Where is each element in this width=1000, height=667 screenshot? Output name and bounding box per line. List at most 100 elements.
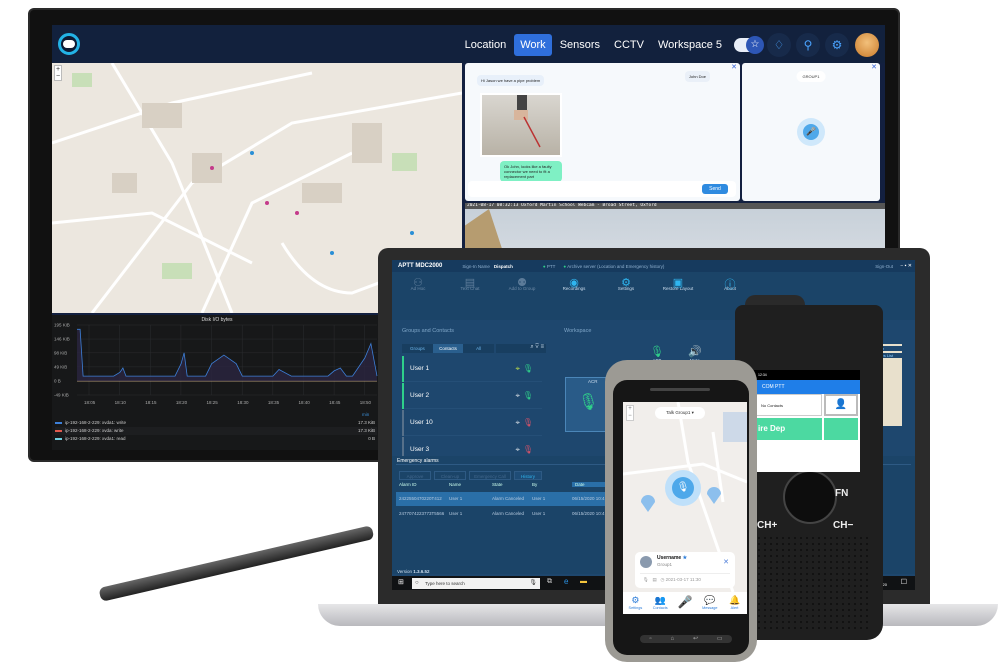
x-tick-label: 18:20 xyxy=(176,400,188,405)
microphone-icon: 🎤 xyxy=(677,595,693,609)
nav-contacts[interactable]: 👥 Contacts xyxy=(648,592,673,614)
sign-out-button[interactable]: Sign-Out xyxy=(875,264,893,269)
file-explorer-icon[interactable]: ▬ xyxy=(580,578,587,585)
locate-icon[interactable]: ⌖ xyxy=(515,356,520,382)
contact-person-icon[interactable]: 👤 xyxy=(824,394,858,416)
groups-contacts-tabs: Groups Contacts All xyxy=(402,344,494,353)
favorite-toggle[interactable]: ☆ xyxy=(734,36,764,54)
group-tile[interactable]: ACR 🎙 xyxy=(565,377,610,432)
nav-message[interactable]: 💬 Message xyxy=(697,592,722,614)
legend-item[interactable]: ip-192-168-2-229: xvda: write 17.3 KiB xyxy=(55,427,377,435)
settings-button[interactable]: ⚙ Settings xyxy=(600,272,652,320)
add-to-group-icon: ⚉ xyxy=(517,277,527,289)
phone-hardware-keys[interactable]: ▫ ⌂ ↩ ▭ xyxy=(640,635,732,643)
y-tick-label: 195 KiB xyxy=(54,323,70,328)
card-username: Username ★ xyxy=(657,555,688,561)
ptt-status: ● PTT xyxy=(542,263,556,269)
group-name-label: GROUP1 xyxy=(796,71,826,82)
ad-hoc-button[interactable]: ⚇ Ad Hoc xyxy=(392,272,444,320)
gear-icon: ⚙ xyxy=(621,277,631,289)
speaker-icon: 🔊 xyxy=(688,346,702,358)
radio-contacts-label[interactable]: No Contacts xyxy=(752,394,822,416)
tab-workspace-5[interactable]: Workspace 5 xyxy=(652,34,728,56)
cortana-icon: ○ xyxy=(415,580,419,586)
col-name[interactable]: Name xyxy=(449,482,461,487)
radio-ch-up-key[interactable]: CH+ xyxy=(757,520,777,531)
nav-alert[interactable]: 🔔 Alert xyxy=(722,592,747,614)
locate-icon[interactable]: ⌖ xyxy=(515,383,520,409)
contacts-search-input[interactable]: ⌕ ⊽ ≡ xyxy=(496,344,546,353)
microphone-icon[interactable]: 🎙 xyxy=(529,578,537,589)
radio-header: COM PTT xyxy=(752,380,860,394)
contact-row[interactable]: User 10 ⌖ 🎙 xyxy=(402,410,542,436)
tab-work[interactable]: Work xyxy=(514,34,552,56)
edge-browser-icon[interactable]: e xyxy=(564,577,568,586)
tab-cctv[interactable]: CCTV xyxy=(608,34,650,56)
radio-speaker-grille xyxy=(750,535,868,630)
phone-map-zoom[interactable]: + − xyxy=(626,405,634,421)
col-by[interactable]: By xyxy=(532,482,537,487)
col-state[interactable]: State xyxy=(492,482,503,487)
close-icon[interactable]: ✕ xyxy=(731,63,737,71)
contact-row[interactable]: User 2 ⌖ 🎙 xyxy=(402,383,542,409)
map-zoom-control[interactable]: + − xyxy=(54,65,62,81)
add-to-group-button[interactable]: ⚉ Add to Group xyxy=(496,272,548,320)
alarm-row[interactable]: 2477074223773T5566 User 1 Alarm Canceled Us… xyxy=(396,507,611,521)
chat-message-input[interactable]: Send xyxy=(468,181,736,197)
microphone-icon[interactable]: 🎙 xyxy=(523,356,533,382)
y-tick-label: 0 B xyxy=(54,378,61,383)
message-icon: 💬 xyxy=(704,595,716,605)
text-chat-button[interactable]: ▤ Text Chat xyxy=(444,272,496,320)
microphone-muted-icon[interactable]: 🎙 xyxy=(523,410,533,436)
tab-all[interactable]: All xyxy=(463,344,494,353)
user-avatar[interactable] xyxy=(855,33,879,57)
window-controls[interactable]: − ▪ ✕ xyxy=(900,263,912,269)
emergency-call-button[interactable]: Emergency Call xyxy=(469,471,511,480)
close-icon[interactable]: ✕ xyxy=(723,558,729,566)
ad-hoc-icon: ⚇ xyxy=(413,277,423,289)
groups-contacts-title: Groups and Contacts xyxy=(402,328,454,334)
restore-layout-button[interactable]: ▣ Restore Layout xyxy=(652,272,704,320)
group-ptt-panel: ✕ GROUP1 🎤 xyxy=(742,63,880,201)
notification-center-icon[interactable]: ☐ xyxy=(901,578,907,586)
legend-item[interactable]: ip-192-168-2-229: xvda1: write 17.3 KiB xyxy=(55,419,377,427)
clean-up-button[interactable]: Clean-up xyxy=(434,471,466,480)
radio-channel-tile[interactable] xyxy=(824,418,858,440)
phone-screen: + − Talk Group1 ▾ 🎙 Username ★ Group1 ✕ 🎙… xyxy=(623,402,747,614)
tab-groups[interactable]: Groups xyxy=(402,344,433,353)
contact-row[interactable]: User 1 ⌖ 🎙 xyxy=(402,356,542,382)
taskbar-search-input[interactable]: ○ Type here to search 🎙 xyxy=(412,578,540,589)
nav-tabs: Location Work Sensors CCTV Workspace 5 ☆… xyxy=(459,33,879,57)
locate-icon[interactable]: ⌖ xyxy=(515,410,520,436)
recordings-button[interactable]: ◉ Recordings xyxy=(548,272,600,320)
pipe-photo xyxy=(514,95,541,148)
microphone-icon[interactable]: 🎙 xyxy=(523,383,533,409)
tab-sensors[interactable]: Sensors xyxy=(554,34,606,56)
legend-item[interactable]: ip-192-168-2-229: xvda1: read 0 B xyxy=(55,435,377,443)
search-button[interactable]: ⚲ xyxy=(796,33,820,57)
task-view-icon[interactable]: ⧉ xyxy=(547,578,552,586)
history-button[interactable]: History xyxy=(514,471,542,480)
notifications-button[interactable]: ♢ xyxy=(767,33,791,57)
radio-ch-down-key[interactable]: CH− xyxy=(833,520,853,531)
tab-location[interactable]: Location xyxy=(459,34,513,56)
radio-dpad[interactable] xyxy=(783,470,837,524)
close-icon[interactable]: ✕ xyxy=(871,63,877,71)
y-tick-label: 98 KiB xyxy=(54,350,67,355)
alarm-row[interactable]: 2422550470220T412 User 1 Alarm Canceled Use… xyxy=(396,492,611,506)
windows-start-icon[interactable]: ⊞ xyxy=(398,578,404,586)
radio-fn-key[interactable]: FN xyxy=(835,488,848,499)
app-logo-icon xyxy=(58,33,80,55)
tab-contacts[interactable]: Contacts xyxy=(432,344,464,353)
settings-button[interactable]: ⚙ xyxy=(825,33,849,57)
nav-ptt[interactable]: 🎤 xyxy=(673,592,698,614)
approve-button[interactable]: Approve xyxy=(399,471,431,480)
nav-settings[interactable]: ⚙ Settings xyxy=(623,592,648,614)
user-info-card[interactable]: Username ★ Group1 ✕ 🎙 ▤ ◷ 2021-03-17 11:… xyxy=(635,552,735,588)
col-alarm-id[interactable]: Alarm ID xyxy=(399,482,417,487)
talk-group-selector[interactable]: Talk Group1 ▾ xyxy=(655,407,705,419)
radio-channel-label[interactable]: ire Dep xyxy=(752,418,822,440)
send-button[interactable]: Send xyxy=(702,184,728,194)
chat-photo-attachment[interactable] xyxy=(480,93,562,157)
x-tick-label: 18:45 xyxy=(329,400,341,405)
